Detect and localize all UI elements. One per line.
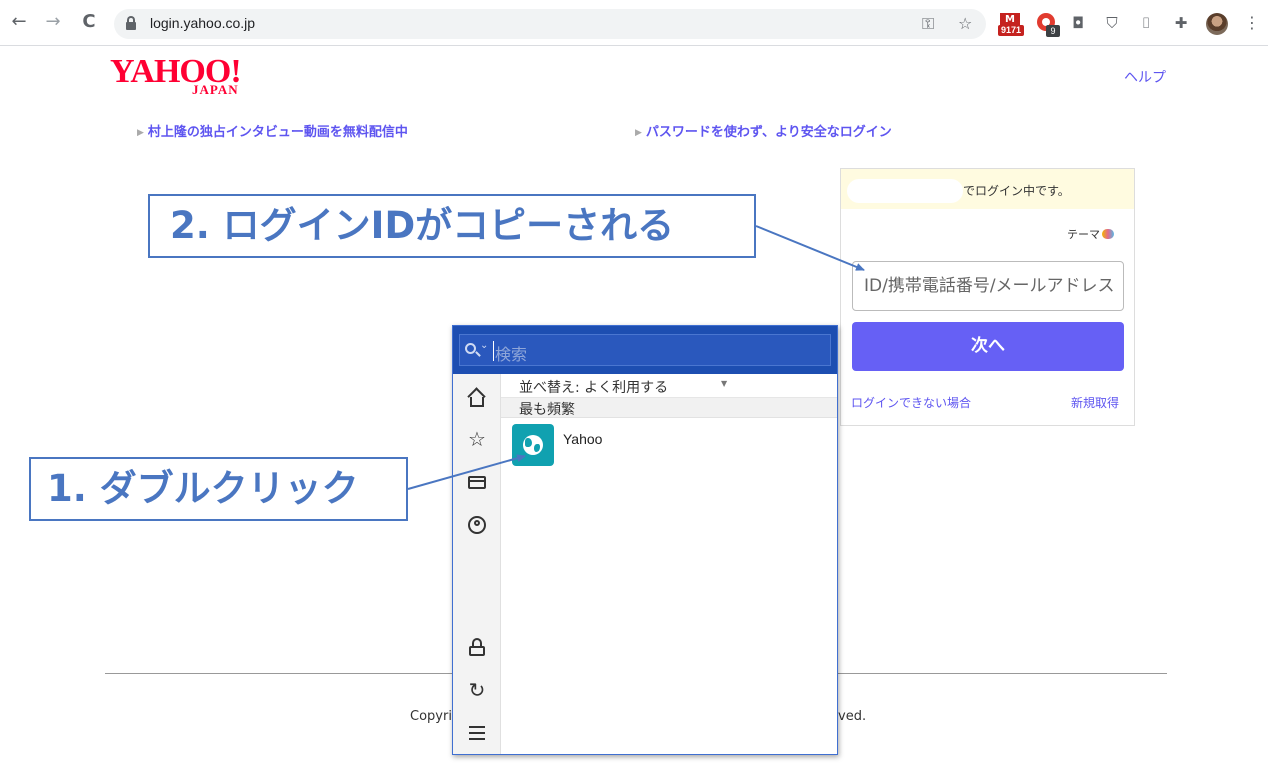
pm-header: ⌄ 検索 [453,326,837,374]
lock-icon[interactable] [126,16,136,30]
generate-password-icon[interactable]: ↻ [467,680,487,700]
login-id-input[interactable]: ID/携帯電話番号/メールアドレス [852,261,1124,311]
copyright-text-start: Copyri [410,709,452,724]
favorites-star-icon[interactable]: ☆ [467,429,487,449]
promo-link-right[interactable]: ▶ パスワードを使わず、より安全なログイン [635,121,892,140]
pm-group-header: 最も頻繁 [501,398,837,418]
masked-account-name [847,179,963,203]
logo-sub-text: JAPAN [192,82,239,97]
sort-label[interactable]: 並べ替え: よく利用する [519,377,668,397]
palette-icon [1102,229,1114,239]
cant-login-link[interactable]: ログインできない場合 [851,394,971,411]
password-manager-popup: ⌄ 検索 ☆ ↻ 並べ替え: よく利用する ▼ 最も頻繁 Yahoo [452,325,838,755]
register-link[interactable]: 新規取得 [1071,394,1119,411]
reload-icon[interactable]: C [78,11,100,33]
pm-list-item[interactable]: Yahoo [501,420,837,472]
dropdown-arrow-icon[interactable]: ▼ [721,379,727,388]
promo-right-text: パスワードを使わず、より安全なログイン [645,125,892,140]
back-icon[interactable]: ← [8,11,30,33]
promo-link-left[interactable]: ▶ 村上隆の独占インタビュー動画を無料配信中 [137,121,408,140]
triangle-marker-icon: ▶ [635,128,642,138]
copyright-text-end: ved. [838,709,867,724]
callout-step-2: 2. ログインIDがコピーされる [148,194,756,258]
profile-avatar[interactable] [1206,13,1228,35]
identity-user-icon[interactable] [467,515,487,535]
pm-search-input[interactable]: ⌄ 検索 [459,334,831,366]
login-panel: でログイン中です。 テーマ ID/携帯電話番号/メールアドレス 次へ ログインで… [840,168,1135,426]
forward-icon[interactable]: → [42,11,64,33]
credit-card-icon[interactable] [467,472,487,492]
pm-sort-selector[interactable]: 並べ替え: よく利用する ▼ [501,374,837,398]
browser-menu-icon[interactable]: ⋮ [1244,13,1260,33]
group-label: 最も頻繁 [519,402,575,418]
login-status-text: でログイン中です。 [963,184,1070,198]
help-link[interactable]: ヘルプ [1124,67,1166,87]
mouse-extension-icon[interactable]: ⌷ [1136,13,1156,33]
address-bar[interactable]: login.yahoo.co.jp ⚿ ☆ [114,9,986,39]
promo-left-text: 村上隆の独占インタビュー動画を無料配信中 [147,125,408,140]
triangle-marker-icon: ▶ [137,128,144,138]
red-extension-icon[interactable]: 9 [1037,13,1060,37]
lock-icon[interactable] [467,637,487,657]
mail-extension-icon[interactable]: M 9171 [998,13,1024,36]
yahoo-japan-logo[interactable]: YAHOO! JAPAN [110,55,242,98]
next-button[interactable]: 次へ [852,322,1124,371]
pm-item-name[interactable]: Yahoo [563,431,602,447]
mail-count-badge: 9171 [998,25,1024,36]
callout-step-1: 1. ダブルクリック [29,457,408,521]
hamburger-menu-icon[interactable] [467,723,487,743]
home-icon[interactable] [467,387,487,408]
search-placeholder: 検索 [495,345,528,364]
bookmark-star-icon[interactable]: ☆ [958,14,972,33]
browser-toolbar: ← → C login.yahoo.co.jp ⚿ ☆ M 9171 9 ◘ ⛉… [0,0,1268,46]
chevron-down-icon[interactable]: ⌄ [480,340,488,351]
key-icon[interactable]: ⚿ [922,14,934,34]
theme-label: テーマ [1067,228,1100,241]
theme-link[interactable]: テーマ [1067,226,1114,242]
url-text[interactable]: login.yahoo.co.jp [150,15,255,31]
globe-site-icon[interactable] [512,424,554,466]
camera-icon[interactable]: ◘ [1068,13,1088,33]
puzzle-extensions-icon[interactable]: ✚ [1171,13,1191,33]
red-extension-badge: 9 [1046,25,1060,37]
text-cursor [493,341,494,361]
login-status-bar: でログイン中です。 [841,169,1134,209]
shield-extension-icon[interactable]: ⛉ [1102,13,1122,33]
pm-sidebar: ☆ ↻ [453,374,501,754]
